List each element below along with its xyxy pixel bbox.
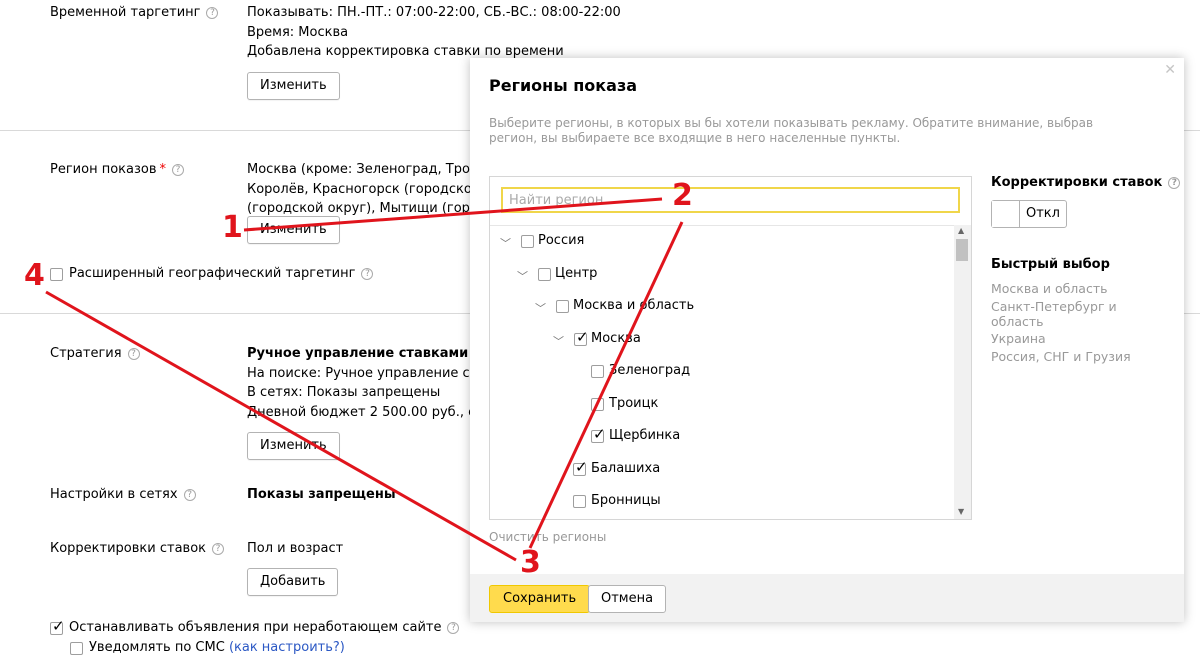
checkmark-icon: ✓ [576, 328, 589, 346]
region-tree: ﹀ Россия ﹀ Центр ﹀ Москва и область ﹀ ✓ … [489, 176, 972, 520]
bid-adjustments-label: Корректировки ставок? [50, 541, 225, 556]
time-targeting-value: Показывать: ПН.-ПТ.: 07:00-22:00, СБ.-ВС… [247, 5, 621, 59]
help-icon[interactable]: ? [172, 164, 185, 176]
time-targeting-change-button[interactable]: Изменить [247, 72, 340, 100]
quick-select-moscow-region[interactable]: Москва и область [991, 281, 1131, 296]
quick-select-ukraine[interactable]: Украина [991, 331, 1131, 346]
checkmark-icon: ✓ [575, 458, 588, 476]
help-icon[interactable]: ? [183, 489, 196, 501]
tree-checkbox[interactable] [521, 235, 534, 248]
checkmark-icon: ✓ [593, 425, 606, 443]
bid-adjustments-add-button[interactable]: Добавить [247, 568, 339, 596]
tree-checkbox[interactable] [556, 300, 569, 313]
annotation-2: 2 [672, 178, 693, 213]
tree-checkbox[interactable]: ✓ [591, 425, 606, 443]
network-settings-value: Показы запрещены [247, 487, 396, 502]
annotation-4: 4 [24, 258, 45, 293]
tree-checkbox[interactable] [591, 365, 604, 378]
help-icon[interactable]: ? [212, 543, 225, 555]
tree-checkbox[interactable] [538, 268, 551, 281]
clear-regions-link[interactable]: Очистить регионы [489, 530, 606, 544]
modal-footer: Сохранить Отмена [470, 574, 1184, 622]
chevron-down-icon[interactable]: ﹀ [517, 268, 528, 284]
geo-ext-label: Расширенный географический таргетинг? [69, 266, 374, 281]
strategy-label: Стратегия? [50, 346, 140, 361]
geo-ext-checkbox[interactable] [50, 268, 63, 281]
quick-select-heading: Быстрый выбор [991, 257, 1110, 272]
region-label: Регион показов *? [50, 162, 185, 177]
help-icon[interactable]: ? [447, 622, 460, 634]
scroll-thumb[interactable] [956, 239, 968, 261]
help-icon[interactable]: ? [127, 348, 140, 360]
region-change-button[interactable]: Изменить [247, 216, 340, 244]
modal-description: Выберите регионы, в которых вы бы хотели… [489, 116, 1094, 145]
strategy-change-button[interactable]: Изменить [247, 432, 340, 460]
modal-title: Регионы показа [489, 76, 638, 95]
time-targeting-label: Временной таргетинг? [50, 5, 219, 20]
divider [490, 225, 971, 226]
network-settings-label: Настройки в сетях? [50, 487, 196, 502]
bid-adjustments-toggle[interactable]: Откл [991, 200, 1067, 228]
annotation-1: 1 [222, 210, 243, 245]
save-button[interactable]: Сохранить [489, 585, 591, 613]
tree-checkbox[interactable]: ✓ [573, 458, 588, 476]
help-icon[interactable]: ? [206, 7, 219, 19]
quick-select-spb[interactable]: Санкт-Петербург и область [991, 299, 1131, 329]
close-icon[interactable]: ✕ [1164, 62, 1176, 78]
region-search-input[interactable] [501, 187, 960, 213]
sms-checkbox[interactable] [70, 642, 83, 655]
checkmark-icon: ✓ [52, 617, 65, 635]
regions-modal: Регионы показа ✕ Выберите регионы, в кот… [470, 58, 1184, 622]
bid-adjustments-heading: Корректировки ставок? [991, 175, 1181, 190]
quick-select-cis[interactable]: Россия, СНГ и Грузия [991, 349, 1131, 364]
chevron-down-icon[interactable]: ﹀ [500, 235, 511, 251]
help-icon[interactable]: ? [1168, 177, 1181, 189]
scroll-up-icon[interactable]: ▲ [958, 226, 964, 235]
tree-checkbox[interactable]: ✓ [574, 328, 589, 346]
tree-checkbox[interactable] [573, 495, 586, 508]
cancel-button[interactable]: Отмена [588, 585, 667, 613]
stop-ads-checkbox[interactable]: ✓ [50, 617, 65, 635]
annotation-3: 3 [520, 545, 541, 580]
toggle-knob[interactable] [992, 201, 1020, 227]
tree-checkbox[interactable] [591, 398, 604, 411]
chevron-down-icon[interactable]: ﹀ [535, 300, 546, 316]
help-icon[interactable]: ? [361, 268, 374, 280]
chevron-down-icon[interactable]: ﹀ [553, 333, 564, 349]
stop-ads-label: Останавливать объявления при неработающе… [69, 620, 460, 635]
tree-scrollbar[interactable]: ▲ ▼ [954, 225, 971, 519]
bid-adjustments-value: Пол и возраст [247, 541, 344, 556]
scroll-down-icon[interactable]: ▼ [958, 507, 964, 516]
